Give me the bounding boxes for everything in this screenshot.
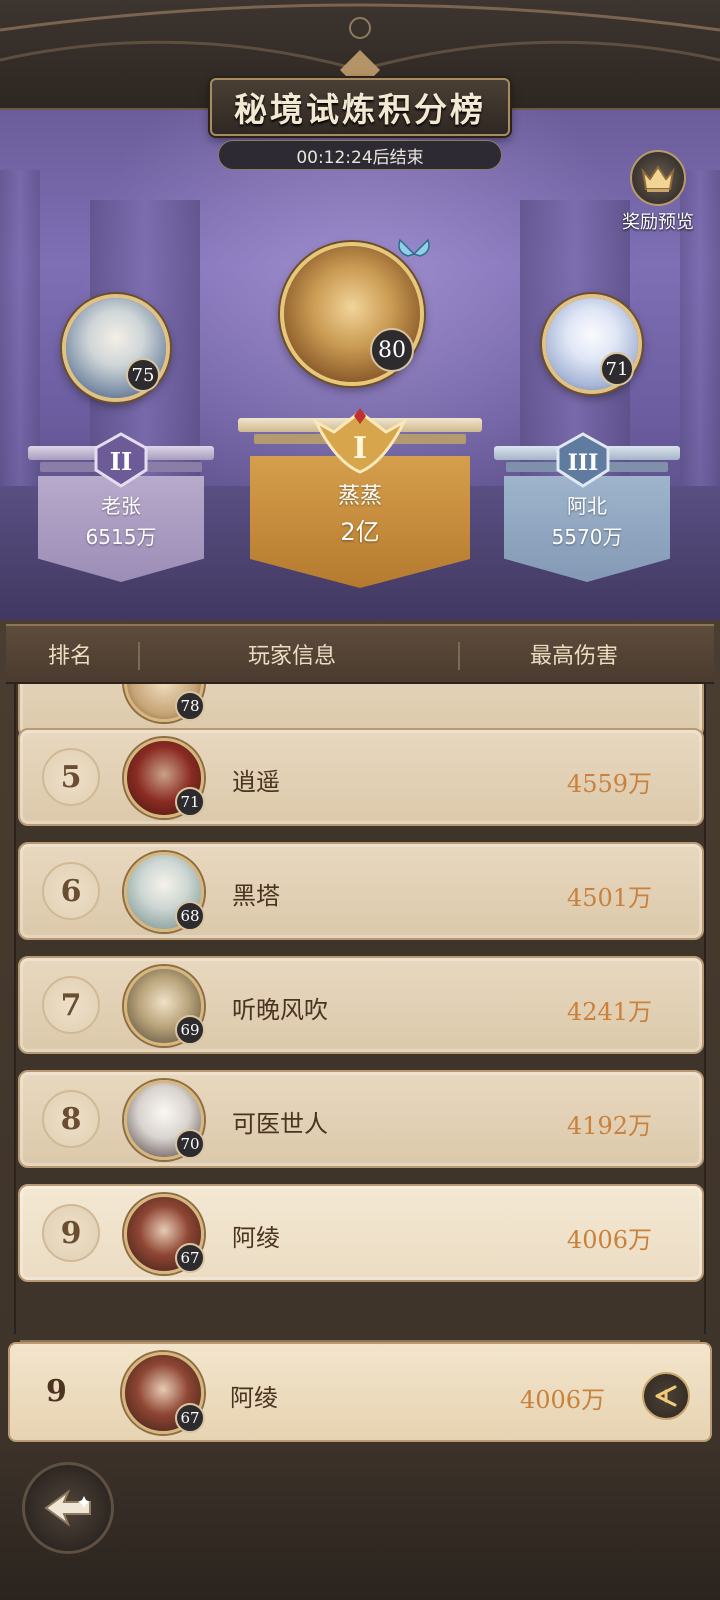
avatar: 70 <box>124 1080 205 1160</box>
leaderboard-title: 秘境试炼积分榜 <box>210 78 510 136</box>
avatar-podium-3[interactable]: 71 <box>542 294 642 394</box>
player-name: 阿绫 <box>232 1224 280 1252</box>
level-badge: 68 <box>175 901 205 931</box>
player-name: 黑塔 <box>232 882 280 910</box>
svg-text:I: I <box>353 431 367 466</box>
damage-value: 4192万 <box>566 1112 652 1140</box>
rank-emblem: 6 <box>42 862 100 920</box>
back-arrow-icon <box>44 1489 91 1527</box>
avatar: 78 <box>124 684 205 722</box>
level-badge: 78 <box>175 691 205 721</box>
avatar-podium-2[interactable]: 75 <box>62 294 170 402</box>
svg-text:II: II <box>110 447 132 476</box>
player-name: 听晚风吹 <box>232 996 328 1024</box>
header-rank: 排名 <box>48 644 93 669</box>
ranking-list[interactable]: 78 5 71 逍遥 4559万 6 68 黑塔 4501万 7 69 听晚风吹… <box>14 684 706 1334</box>
rank-badge-2: II <box>86 430 156 490</box>
avatar: 71 <box>124 738 205 818</box>
avatar: 69 <box>124 966 205 1046</box>
damage-value: 4006万 <box>566 1226 652 1254</box>
podium-name: 老张 <box>101 494 141 518</box>
rank-emblem: 5 <box>42 748 100 806</box>
rank-emblem: 9 <box>42 1204 100 1262</box>
rank-badge-3: III <box>548 430 618 490</box>
avatar: 67 <box>122 1352 205 1434</box>
back-button[interactable] <box>22 1462 114 1554</box>
podium-name: 阿北 <box>567 494 607 518</box>
share-button[interactable] <box>642 1372 690 1420</box>
avatar-podium-1[interactable]: 80 <box>280 238 430 386</box>
level-badge: 71 <box>175 787 205 817</box>
header-max-damage: 最高伤害 <box>530 644 619 669</box>
countdown-timer: 00:12:24后结束 <box>218 140 502 170</box>
my-rank: 9 <box>46 1374 67 1409</box>
rank-badge-1: I <box>306 402 414 478</box>
svg-text:III: III <box>568 450 599 476</box>
podium-score: 5570万 <box>551 525 623 549</box>
podium-score: 2亿 <box>340 518 380 546</box>
table-row[interactable]: 7 69 听晚风吹 4241万 <box>18 956 704 1054</box>
table-row[interactable]: 6 68 黑塔 4501万 <box>18 842 704 940</box>
level-badge: 75 <box>126 358 160 392</box>
table-header: 排名 玩家信息 最高伤害 <box>6 624 714 684</box>
player-name: 可医世人 <box>232 1110 328 1138</box>
level-badge: 80 <box>370 328 414 372</box>
damage-value: 4559万 <box>566 770 652 798</box>
my-ranking-row[interactable]: 9 67 阿绫 4006万 <box>8 1342 712 1442</box>
reward-preview-button[interactable]: 奖励预览 <box>608 150 708 240</box>
podium-score: 6515万 <box>85 525 157 549</box>
level-badge: 67 <box>175 1243 205 1273</box>
player-name: 逍遥 <box>232 768 280 796</box>
table-row[interactable]: 9 67 阿绫 4006万 <box>18 1184 704 1282</box>
damage-value: 4501万 <box>566 884 652 912</box>
header-player-info: 玩家信息 <box>248 644 337 669</box>
level-badge: 69 <box>175 1015 205 1045</box>
rank-emblem: 8 <box>42 1090 100 1148</box>
crown-icon <box>630 150 686 206</box>
butterfly-icon <box>398 238 430 257</box>
table-row[interactable]: 8 70 可医世人 4192万 <box>18 1070 704 1168</box>
rank-emblem: 7 <box>42 976 100 1034</box>
level-badge: 67 <box>175 1403 205 1433</box>
avatar: 68 <box>124 852 205 932</box>
my-player-name: 阿绫 <box>230 1384 278 1412</box>
table-row[interactable]: 5 71 逍遥 4559万 <box>18 728 704 826</box>
my-damage-value: 4006万 <box>520 1386 606 1414</box>
podium-name: 蒸蒸 <box>337 484 382 509</box>
level-badge: 70 <box>175 1129 205 1159</box>
avatar: 67 <box>124 1194 205 1274</box>
reward-preview-label: 奖励预览 <box>622 212 694 233</box>
share-icon <box>655 1385 677 1407</box>
damage-value: 4241万 <box>566 998 652 1026</box>
level-badge: 71 <box>600 352 634 386</box>
